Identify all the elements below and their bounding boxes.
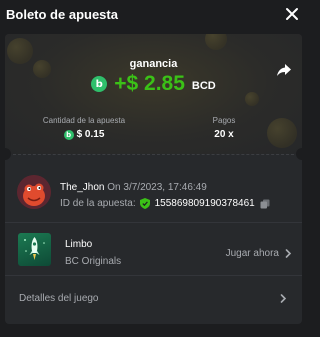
profit-row: b +$ 2.85 BCD — [5, 71, 302, 97]
bet-amount-value: $ 0.15 — [76, 129, 105, 140]
profit-banner: ganancia b +$ 2.85 BCD Cantidad de la ap… — [5, 34, 302, 154]
bet-id-value: 155869809190378461 — [154, 198, 255, 209]
ticket-divider — [13, 154, 294, 155]
username[interactable]: The_Jhon — [60, 182, 104, 193]
modal-header: Boleto de apuesta — [0, 0, 308, 30]
game-name: Limbo — [65, 239, 93, 250]
game-details-label: Detalles del juego — [19, 293, 99, 304]
profit-label: ganancia — [129, 58, 178, 70]
coin-decoration — [267, 118, 297, 148]
profit-amount: +$ 2.85 — [114, 72, 185, 95]
bet-id-line: ID de la apuesta: 155869809190378461 — [60, 198, 270, 209]
bc-coin-icon: b — [63, 129, 74, 140]
bet-amount-value-row: b $ 0.15 — [33, 129, 135, 140]
modal-title: Boleto de apuesta — [6, 7, 118, 22]
payout-label: Pagos — [212, 116, 236, 125]
avatar-monster-icon — [17, 175, 51, 209]
bet-card: ganancia b +$ 2.85 BCD Cantidad de la ap… — [5, 34, 302, 324]
play-now-label: Jugar ahora — [225, 248, 279, 259]
payout-value: 20 x — [214, 129, 234, 140]
copy-icon[interactable] — [260, 199, 270, 209]
coin-decoration — [205, 34, 227, 50]
rocket-icon — [24, 237, 45, 260]
bet-amount-stat: Cantidad de la apuesta b $ 0.15 — [33, 116, 135, 140]
avatar[interactable] — [17, 175, 51, 209]
limbo-game-thumbnail[interactable] — [18, 233, 51, 266]
ticket-notch — [296, 148, 302, 160]
game-provider: BC Originals — [65, 256, 122, 267]
close-icon[interactable] — [284, 6, 300, 22]
profit-currency: BCD — [191, 80, 216, 92]
share-icon[interactable] — [276, 62, 292, 78]
bet-user-line: The_Jhon On 3/7/2023, 17:46:49 — [60, 182, 207, 193]
bet-date: On 3/7/2023, 17:46:49 — [107, 182, 207, 193]
chevron-right-icon — [285, 249, 292, 258]
play-now-button[interactable]: Jugar ahora — [226, 248, 292, 259]
chevron-right-icon — [280, 294, 287, 303]
bc-coin-icon: b — [91, 76, 108, 92]
bet-id-label: ID de la apuesta: — [60, 198, 136, 209]
game-details-link[interactable]: Detalles del juego — [5, 288, 302, 310]
game-row[interactable]: Limbo BC Originals Jugar ahora — [5, 222, 302, 276]
verified-shield-icon — [139, 198, 150, 209]
payout-stat: Pagos 20 x — [203, 116, 245, 140]
bet-amount-label: Cantidad de la apuesta — [42, 116, 126, 125]
